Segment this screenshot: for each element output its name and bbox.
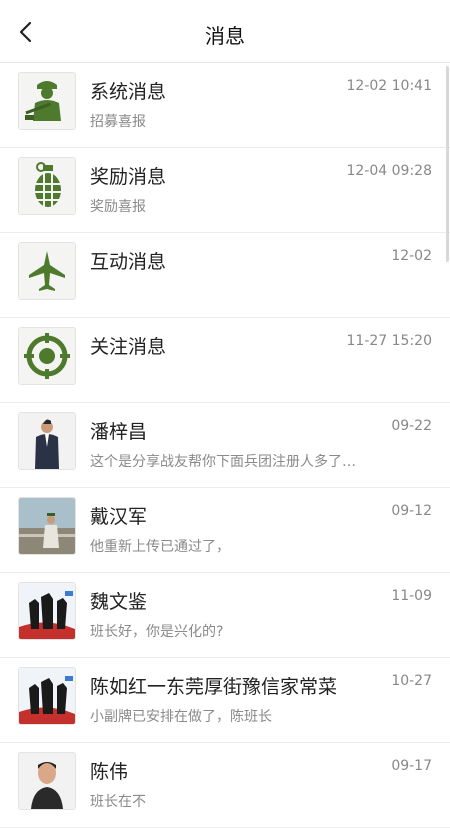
target-icon <box>19 328 75 384</box>
chat-item[interactable]: 陈如红一东莞厚街豫信家常菜 10-27 小副牌已安排在做了，陈班长 <box>0 658 450 743</box>
message-time: 11-27 15:20 <box>346 333 432 349</box>
avatar <box>18 582 76 640</box>
message-time: 12-02 10:41 <box>346 78 432 94</box>
message-time: 11-09 <box>391 588 432 604</box>
message-name: 魏文鉴 <box>90 591 148 613</box>
message-time: 09-17 <box>391 758 432 774</box>
avatar <box>18 157 76 215</box>
avatar <box>18 497 76 555</box>
message-time: 10-27 <box>391 673 432 689</box>
message-time: 09-22 <box>391 418 432 434</box>
user-avatar-photo <box>19 413 75 469</box>
message-name: 互动消息 <box>90 251 167 273</box>
scrollbar[interactable] <box>446 66 449 262</box>
fighter-jet-icon <box>19 243 75 299</box>
message-name: 奖励消息 <box>90 166 167 188</box>
message-name: 潘梓昌 <box>90 421 148 443</box>
message-preview: 班长在不 <box>90 794 146 810</box>
top-bar: 消息 <box>0 0 450 63</box>
message-name: 关注消息 <box>90 336 167 358</box>
message-preview: 班长好，你是兴化的? <box>90 624 224 640</box>
avatar <box>18 667 76 725</box>
message-name: 系统消息 <box>90 81 167 103</box>
message-preview: 小副牌已安排在做了，陈班长 <box>90 709 272 725</box>
avatar <box>18 327 76 385</box>
user-avatar-photo <box>19 753 75 809</box>
message-preview: 奖励喜报 <box>90 199 146 215</box>
message-list: 系统消息 12-02 10:41 招募喜报 奖励消息 12-04 09:28 奖… <box>0 63 450 828</box>
message-item-follow[interactable]: 关注消息 11-27 15:20 <box>0 318 450 403</box>
message-name: 陈伟 <box>90 761 129 783</box>
avatar <box>18 752 76 810</box>
message-item-system[interactable]: 系统消息 12-02 10:41 招募喜报 <box>0 63 450 148</box>
message-name: 戴汉军 <box>90 506 148 528</box>
avatar <box>18 72 76 130</box>
message-time: 12-02 <box>391 248 432 264</box>
message-name: 陈如红一东莞厚街豫信家常菜 <box>90 676 338 698</box>
page-title: 消息 <box>205 24 245 48</box>
message-item-interaction[interactable]: 互动消息 12-02 <box>0 233 450 318</box>
message-time: 12-04 09:28 <box>346 163 432 179</box>
message-time: 09-12 <box>391 503 432 519</box>
message-item-reward[interactable]: 奖励消息 12-04 09:28 奖励喜报 <box>0 148 450 233</box>
chat-item[interactable]: 魏文鉴 11-09 班长好，你是兴化的? <box>0 573 450 658</box>
message-preview: 这个是分享战友帮你下面兵团注册人多了… <box>90 454 356 470</box>
chat-item[interactable]: 戴汉军 09-12 他重新上传已通过了， <box>0 488 450 573</box>
grenade-icon <box>19 158 75 214</box>
avatar <box>18 242 76 300</box>
user-avatar-photo <box>19 583 75 639</box>
user-avatar-photo <box>19 668 75 724</box>
chat-item[interactable]: 潘梓昌 09-22 这个是分享战友帮你下面兵团注册人多了… <box>0 403 450 488</box>
soldier-icon <box>19 73 75 129</box>
message-preview: 他重新上传已通过了， <box>90 539 230 555</box>
avatar <box>18 412 76 470</box>
message-preview: 招募喜报 <box>90 114 146 130</box>
chat-item[interactable]: 陈伟 09-17 班长在不 <box>0 743 450 828</box>
user-avatar-photo <box>19 498 75 554</box>
